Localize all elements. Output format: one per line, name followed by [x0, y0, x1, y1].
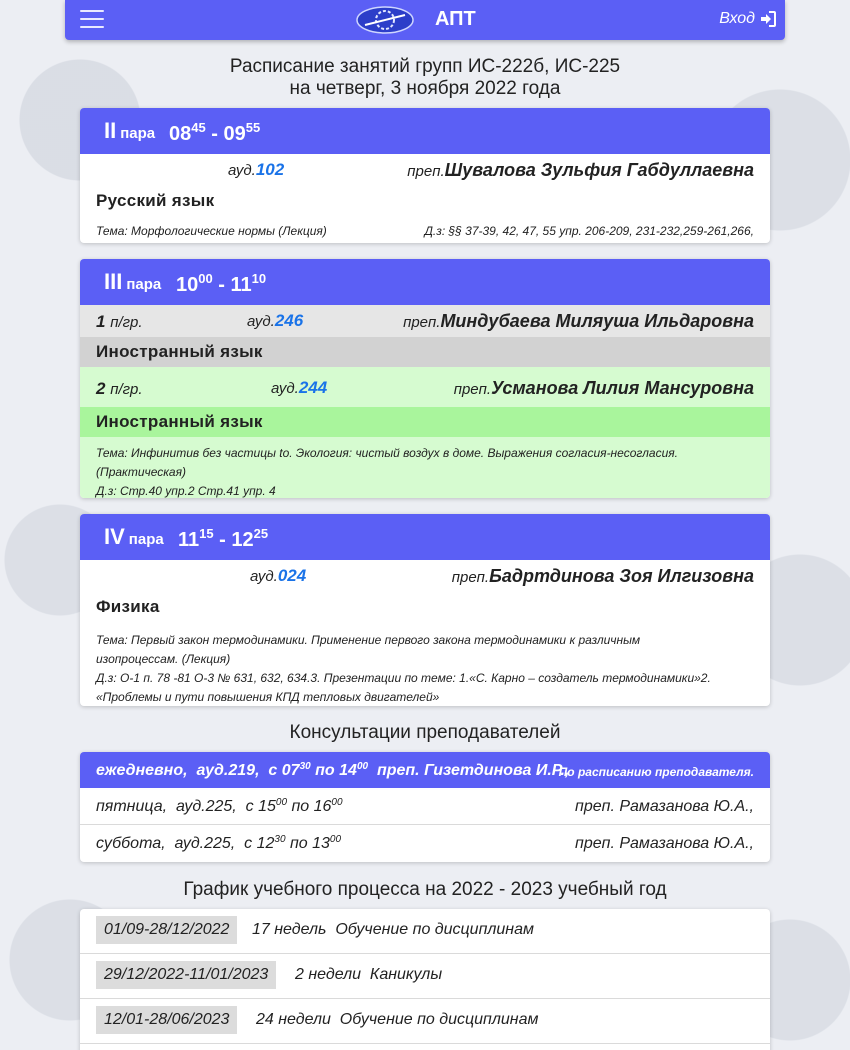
- lesson-number: III пара: [104, 269, 162, 294]
- consultation-teacher: преп. Рамазанова Ю.А.,: [575, 798, 754, 815]
- study-schedule-table: 01/09-28/12/2022 17 недель Обучение по д…: [80, 909, 770, 1050]
- homework-text: Д.з: О-1 п. 78 -81 О-3 № 631, 632, 634.3…: [96, 671, 711, 685]
- homework-text: Д.з: Стр.40 упр.2 Стр.41 упр. 4: [96, 484, 276, 498]
- lesson-card-2: II пара 0845 - 0955 ауд.102 преп.Шувалова…: [80, 108, 770, 243]
- lesson-card-3: III пара 1000 - 1110 1 п/гр. ауд.246 преп…: [80, 259, 770, 498]
- schedule-title: График учебного процесса на 2022 - 2023 …: [183, 879, 667, 900]
- consultation-note: По расписанию преподавателя.: [558, 765, 754, 779]
- lesson-header: II пара 0845 - 0955: [80, 108, 770, 154]
- schedule-row: 29/12/2022-11/01/2023 2 недели Каникулы: [80, 954, 770, 999]
- room: ауд.246: [247, 311, 304, 330]
- lesson-number: II пара: [104, 118, 156, 143]
- room: ауд.102: [228, 160, 285, 179]
- topic-text: Тема: Морфологические нормы (Лекция): [96, 224, 327, 238]
- subject-name: Иностранный язык: [80, 407, 770, 437]
- consultations-table: ежедневно, ауд.219, с 0730 по 1400 преп.…: [80, 752, 770, 862]
- consultation-time: ежедневно, ауд.219, с 0730 по 1400 преп.…: [96, 761, 570, 779]
- schedule-description: 24 недели Обучение по дисциплинам: [256, 1011, 539, 1028]
- subject-name: Русский язык: [96, 191, 215, 210]
- schedule-row: 01/09-28/12/2022 17 недель Обучение по д…: [80, 909, 770, 954]
- lesson-header: III пара 1000 - 1110: [80, 259, 770, 305]
- menu-hamburger-icon[interactable]: [80, 10, 104, 30]
- subgroup-number: 1 п/гр.: [96, 312, 143, 331]
- room: ауд.244: [271, 378, 328, 397]
- consultation-time: суббота, ауд.225, с 1230 по 1300: [96, 834, 342, 852]
- sign-in-icon: [761, 11, 776, 27]
- room: ауд.024: [250, 566, 307, 585]
- lesson-time: 1000 - 1110: [176, 271, 267, 296]
- teacher: преп.Шувалова Зульфия Габдуллаевна: [407, 160, 754, 180]
- title-line-date: на четверг, 3 ноября 2022 года: [289, 78, 561, 99]
- teacher: преп.Бадртдинова Зоя Илгизовна: [451, 566, 754, 586]
- login-label: Вход: [719, 10, 755, 27]
- schedule-description: 17 недель Обучение по дисциплинам: [252, 921, 534, 938]
- topic-text-cont: (Практическая): [96, 465, 187, 479]
- college-logo: [356, 6, 414, 34]
- lesson-time: 1115 - 1225: [178, 526, 269, 551]
- page-title: Расписание занятий групп ИС-222б, ИС-225…: [80, 56, 770, 100]
- teacher: преп.Миндубаева Миляуша Ильдаровна: [403, 311, 754, 331]
- consultation-row: ежедневно, ауд.219, с 0730 по 1400 преп.…: [80, 752, 770, 788]
- lesson-card-4: IV пара 1115 - 1225 ауд.024 преп.Бадртдин…: [80, 514, 770, 706]
- topic-text: Тема: Первый закон термодинамики. Примен…: [96, 633, 641, 647]
- lesson-info-row: ауд.024 преп.Бадртдинова Зоя Илгизовна: [80, 560, 770, 592]
- title-line-groups: Расписание занятий групп ИС-222б, ИС-225: [229, 56, 621, 77]
- teacher: преп.Усманова Лилия Мансуровна: [453, 378, 754, 398]
- topic-text: Тема: Инфинитив без частицы to. Экология…: [96, 446, 679, 460]
- lesson-topic: Тема: Первый закон термодинамики. Примен…: [80, 622, 770, 706]
- schedule-dates: 29/12/2022-11/01/2023: [96, 961, 277, 989]
- consultation-time: пятница, ауд.225, с 1500 по 1600: [96, 797, 343, 815]
- lesson-topic: Тема: Инфинитив без частицы to. Экология…: [80, 437, 770, 498]
- consultation-row: пятница, ауд.225, с 1500 по 1600 преп. Р…: [80, 788, 770, 825]
- lesson-time: 0845 - 0955: [169, 120, 261, 145]
- lesson-number: IV пара: [104, 524, 164, 549]
- subgroup-number: 2 п/гр.: [96, 379, 143, 398]
- schedule-description: 2 недели Каникулы: [295, 966, 443, 983]
- schedule-dates: 01/09-28/12/2022: [96, 916, 238, 944]
- consultations-title: Консультации преподавателей: [289, 722, 561, 743]
- subject-name: Иностранный язык: [80, 337, 770, 367]
- consultation-row: суббота, ауд.225, с 1230 по 1300 преп. Р…: [80, 825, 770, 862]
- homework-text-cont: «Проблемы и пути повышения КПД тепловых …: [96, 690, 440, 704]
- login-button[interactable]: Вход: [719, 10, 777, 28]
- navbar: АПТ Вход: [65, 0, 785, 40]
- lesson-topic: Тема: Морфологические нормы (Лекция) Д.з…: [80, 216, 770, 243]
- subject-name: Физика: [96, 597, 160, 616]
- subgroup-1-row: 1 п/гр. ауд.246 преп.Миндубаева Миляуша …: [80, 305, 770, 337]
- schedule-row: 12/01-28/06/2023 24 недели Обучение по д…: [80, 999, 770, 1044]
- schedule-dates: 12/01-28/06/2023: [96, 1006, 238, 1034]
- homework-text: Д.з: §§ 37-39, 42, 47, 55 упр. 206-209, …: [424, 224, 754, 238]
- lesson-info-row: ауд.102 преп.Шувалова Зульфия Габдуллаев…: [80, 154, 770, 186]
- brand-name: АПТ: [435, 8, 476, 30]
- consultation-teacher: преп. Рамазанова Ю.А.,: [575, 835, 754, 852]
- topic-text-cont: изопроцессам. (Лекция): [96, 652, 231, 666]
- lesson-header: IV пара 1115 - 1225: [80, 514, 770, 560]
- subgroup-2-row: 2 п/гр. ауд.244 преп.Усманова Лилия Манс…: [80, 375, 770, 407]
